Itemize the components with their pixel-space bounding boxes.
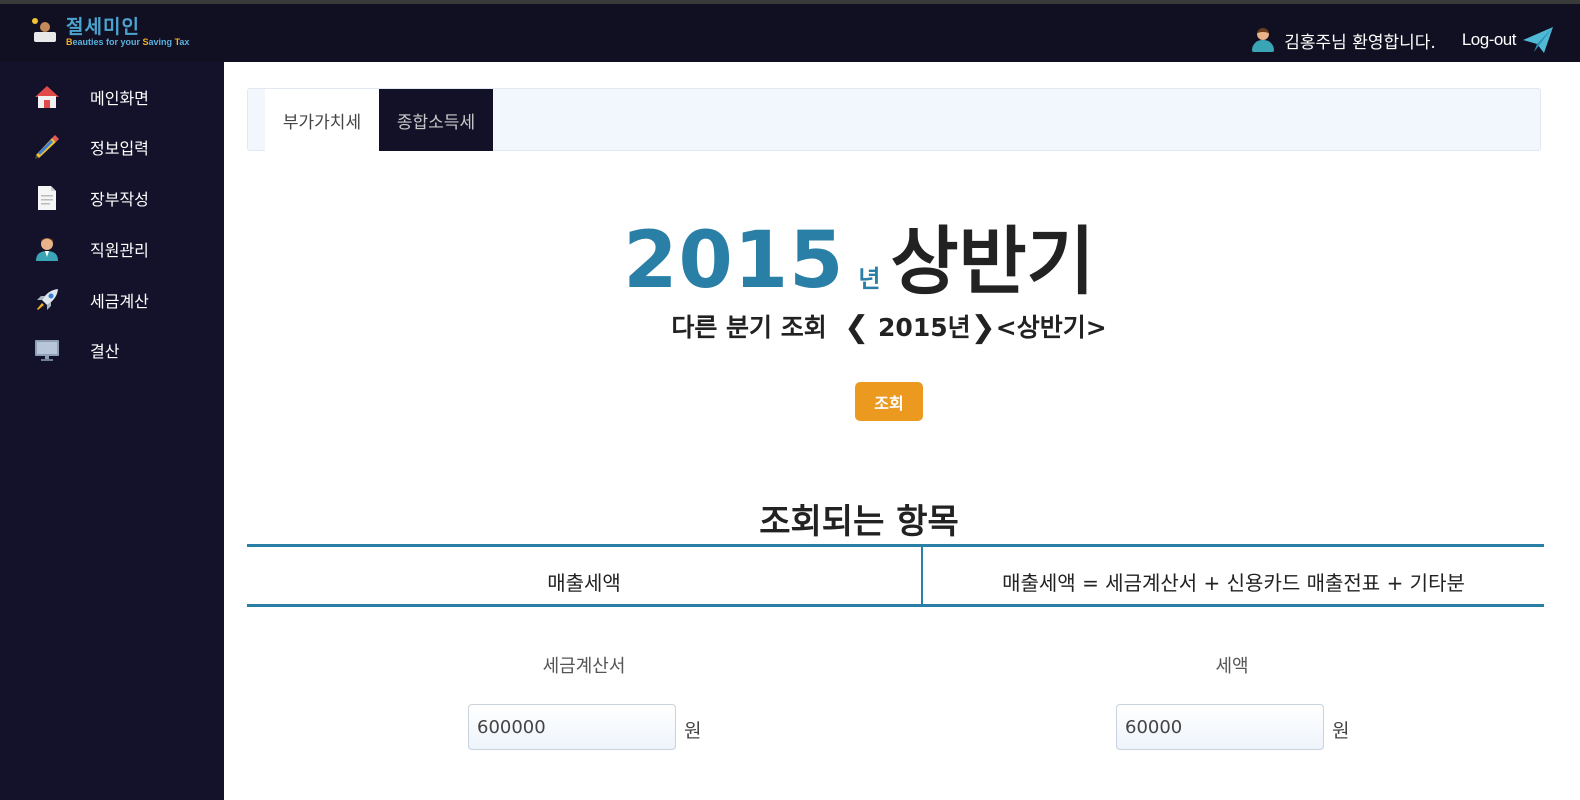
avatar bbox=[1250, 27, 1276, 53]
section-title: 조회되는 항목 bbox=[759, 502, 959, 542]
prev-year-arrow-icon[interactable]: ❮ bbox=[844, 310, 869, 345]
sidebar-item-label: 결산 bbox=[90, 342, 120, 361]
heading-half: 상반기 bbox=[890, 219, 1095, 305]
heading-year: 2015 bbox=[623, 216, 845, 306]
period-selector-label: 다른 분기 조회 bbox=[671, 313, 827, 342]
rocket-icon bbox=[37, 289, 58, 310]
sidebar-item-ledger[interactable]: 장부작성 bbox=[0, 175, 224, 221]
tax-invoice-input[interactable] bbox=[468, 704, 676, 750]
tax-invoice-unit: 원 bbox=[684, 720, 702, 742]
person-icon bbox=[36, 238, 58, 261]
tab-bar: 부가가치세 종합소득세 bbox=[247, 88, 1541, 151]
sidebar-item-label: 메인화면 bbox=[90, 89, 149, 108]
tax-amount-unit: 원 bbox=[1332, 720, 1350, 742]
heading-year-unit: 년 bbox=[858, 265, 881, 293]
house-icon bbox=[35, 86, 59, 108]
sidebar-item-label: 직원관리 bbox=[90, 241, 149, 260]
period-half-select[interactable]: <상반기> bbox=[996, 313, 1107, 342]
top-bar: 절세미인 Beauties for your Saving Tax 김홍주님 환… bbox=[0, 0, 1580, 62]
sidebar-item-employees[interactable]: 직원관리 bbox=[0, 226, 224, 272]
sidebar: 메인화면 정보입력 장부작성 직원관리 세금계산 결산 bbox=[0, 62, 224, 800]
main-content: 부가가치세 종합소득세 2015 년 상반기 다른 분기 조회 ❮ 2015년❯<상… bbox=[224, 62, 1580, 800]
welcome-message: 김홍주님 환영합니다. bbox=[1284, 32, 1436, 53]
sidebar-item-label: 세금계산 bbox=[90, 292, 149, 311]
logo-icon bbox=[32, 18, 62, 46]
tax-invoice-label: 세금계산서 bbox=[542, 656, 626, 677]
sidebar-item-label: 장부작성 bbox=[90, 190, 149, 209]
document-icon bbox=[38, 186, 56, 210]
logo-title: 절세미인 bbox=[66, 16, 140, 38]
sidebar-item-main[interactable]: 메인화면 bbox=[0, 74, 224, 120]
period-selector: 다른 분기 조회 ❮ 2015년❯<상반기> bbox=[224, 308, 1554, 345]
tab-income-tax[interactable]: 종합소득세 bbox=[379, 89, 493, 151]
tax-amount-input[interactable] bbox=[1116, 704, 1324, 750]
items-table-right-cell: 매출세액 = 세금계산서 + 신용카드 매출전표 + 기타분 bbox=[1002, 571, 1465, 595]
period-year-value: 2015년 bbox=[878, 313, 971, 342]
sidebar-item-tax-calc[interactable]: 세금계산 bbox=[0, 277, 224, 323]
query-button[interactable]: 조회 bbox=[855, 382, 923, 421]
tax-amount-label: 세액 bbox=[1215, 656, 1249, 677]
user-area: 김홍주님 환영합니다. Log-out bbox=[1250, 26, 1554, 54]
monitor-icon bbox=[35, 340, 59, 361]
pencil-icon bbox=[35, 135, 59, 159]
next-year-arrow-icon[interactable]: ❯ bbox=[971, 310, 996, 345]
sidebar-item-label: 정보입력 bbox=[90, 139, 149, 158]
sidebar-item-settlement[interactable]: 결산 bbox=[0, 327, 224, 373]
logo-subtitle: Beauties for your Saving Tax bbox=[66, 37, 190, 47]
logout-link[interactable]: Log-out bbox=[1462, 30, 1517, 50]
tab-vat[interactable]: 부가가치세 bbox=[265, 89, 379, 151]
items-table-left-cell: 매출세액 bbox=[547, 571, 621, 595]
paper-plane-icon[interactable] bbox=[1522, 26, 1554, 54]
period-heading: 2015 년 상반기 bbox=[224, 202, 1494, 309]
items-table: 매출세액 매출세액 = 세금계산서 + 신용카드 매출전표 + 기타분 bbox=[247, 544, 1544, 607]
sidebar-item-info-input[interactable]: 정보입력 bbox=[0, 124, 224, 170]
app-logo[interactable]: 절세미인 Beauties for your Saving Tax bbox=[32, 18, 189, 47]
